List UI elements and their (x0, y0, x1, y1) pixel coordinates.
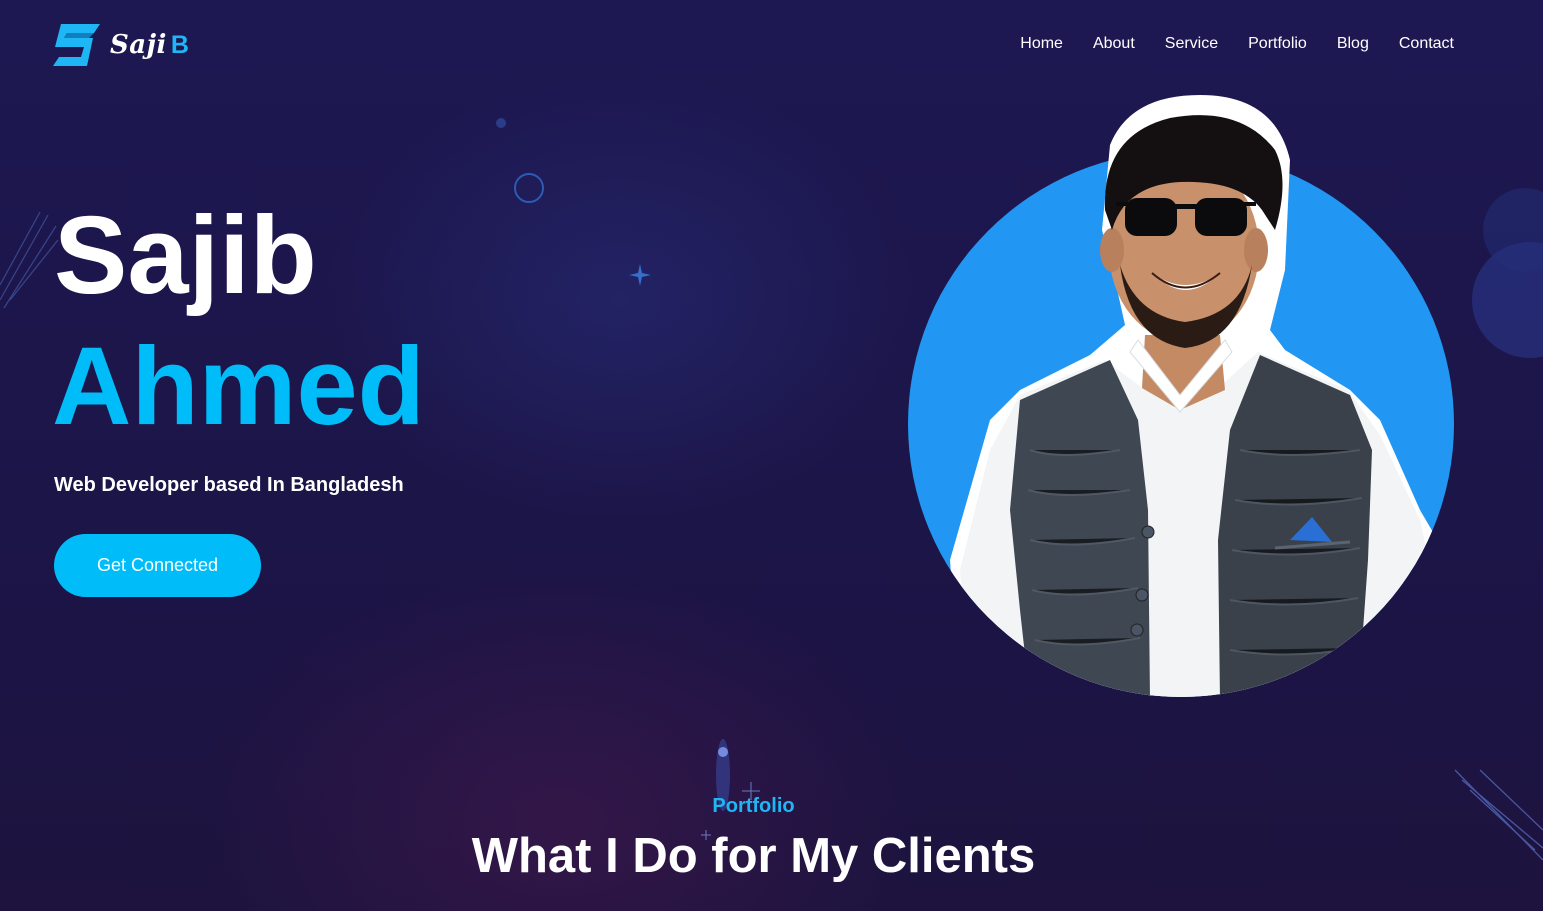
logo-text: Saji B (110, 30, 189, 60)
nav-item-portfolio[interactable]: Portfolio (1248, 33, 1307, 55)
nav-item-contact[interactable]: Contact (1399, 33, 1454, 55)
ring-decoration (514, 173, 544, 203)
sparkle-star-decoration (629, 264, 651, 286)
section-title: What I Do for My Clients (471, 829, 1036, 883)
profile-portrait (880, 90, 1480, 700)
main-nav: Home About Service Portfolio Blog Contac… (1020, 33, 1454, 55)
portrait-illustration (908, 95, 1454, 697)
hero-tagline: Web Developer based In Bangladesh (54, 474, 404, 496)
get-connected-button[interactable]: Get Connected (54, 534, 261, 597)
nav-item-about[interactable]: About (1093, 33, 1135, 55)
left-streaks-decoration (0, 211, 59, 309)
nav-item-home[interactable]: Home (1020, 33, 1063, 55)
section-kicker: Portfolio (712, 795, 795, 817)
nav-item-blog[interactable]: Blog (1337, 33, 1369, 55)
logo-name-accent: B (170, 31, 190, 59)
hero-first-name: Sajib (54, 194, 317, 317)
hero-last-name: Ahmed (52, 325, 425, 448)
small-dot-decoration (496, 118, 506, 128)
logo-name: Saji (110, 30, 167, 60)
site-logo[interactable]: Saji B (53, 24, 189, 66)
logo-s-icon (53, 24, 100, 66)
nav-item-service[interactable]: Service (1165, 33, 1218, 55)
